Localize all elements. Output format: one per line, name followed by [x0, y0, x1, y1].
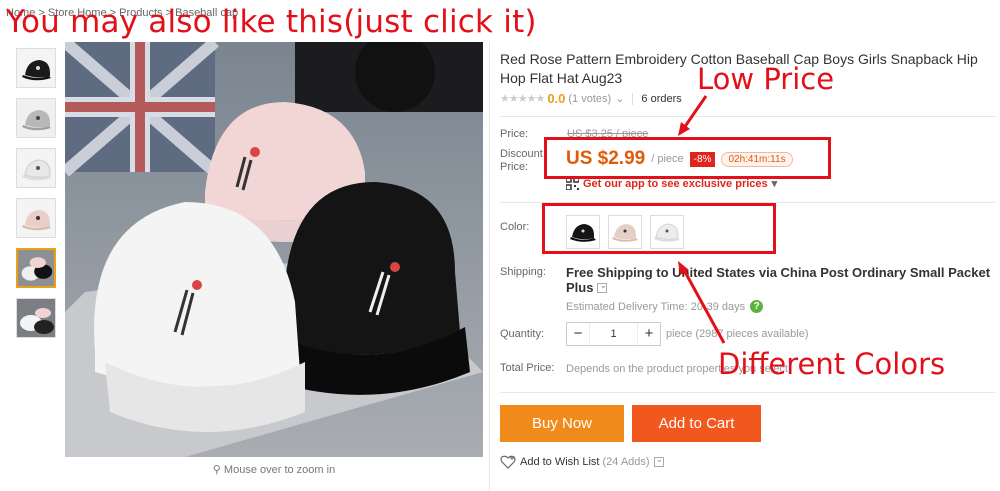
shipping-method[interactable]: Free Shipping to United States via China… [566, 265, 1000, 280]
shipping-method-plus: Plus [566, 280, 594, 295]
color-label: Color: [500, 221, 530, 233]
wishlist-label[interactable]: Add to Wish List [520, 456, 599, 468]
zoom-hint: ⚲ Mouse over to zoom in [65, 463, 483, 476]
wishlist-count: (24 Adds) [602, 456, 650, 468]
app-promo-text[interactable]: Get our app to see exclusive prices [583, 178, 768, 190]
main-product-image[interactable] [65, 42, 483, 457]
thumbnail-1[interactable] [16, 48, 56, 88]
quantity-available: piece (2987 pieces available) [666, 328, 809, 340]
magnifier-icon: ⚲ [212, 464, 221, 476]
price-label: Price: [500, 128, 529, 140]
thumbnail-4[interactable] [16, 198, 56, 238]
heart-plus-icon [500, 455, 516, 469]
divider [500, 392, 995, 393]
quantity-label: Quantity: [500, 328, 545, 340]
rating-row: ★★★★★ 0.0 (1 votes) ⌄ 6 orders [500, 91, 682, 106]
thumbnail-5[interactable] [16, 248, 56, 288]
column-divider [489, 42, 490, 491]
thumbnail-6[interactable] [16, 298, 56, 338]
low-price-annotation: Low Price [697, 62, 835, 96]
thumbnail-2[interactable] [16, 98, 56, 138]
color-highlight-box [542, 203, 776, 254]
thumbnail-3[interactable] [16, 148, 56, 188]
quantity-input[interactable]: 1 [589, 323, 638, 345]
buy-now-button[interactable]: Buy Now [500, 405, 624, 442]
different-colors-annotation: Different Colors [718, 347, 946, 381]
rating-stars-icon[interactable]: ★★★★★ [500, 92, 545, 105]
zoom-hint-text: Mouse over to zoom in [223, 464, 336, 476]
rating-votes[interactable]: (1 votes) [568, 93, 611, 105]
help-icon[interactable]: ? [750, 300, 764, 313]
quantity-stepper: − 1 + [566, 322, 661, 346]
delivery-time: Estimated Delivery Time: 20-39 days ? [566, 300, 764, 313]
chevron-down-icon[interactable]: ⌄ [597, 280, 608, 293]
shipping-method-more[interactable]: Plus ⌄ [566, 280, 608, 295]
rating-score: 0.0 [547, 91, 566, 106]
quantity-increase-button[interactable]: + [638, 323, 660, 345]
divider [500, 116, 995, 117]
orders-count: 6 orders [641, 92, 682, 105]
wishlist-row[interactable]: Add to Wish List (24 Adds) ⌄ [500, 454, 664, 469]
shipping-label: Shipping: [500, 266, 546, 278]
chevron-down-icon[interactable]: ⌄ [615, 92, 624, 105]
delivery-time-text: Estimated Delivery Time: 20-39 days [566, 300, 746, 313]
price-highlight-box [544, 137, 831, 179]
discount-price-label: Discount Price: [500, 148, 543, 173]
total-price-label: Total Price: [500, 362, 555, 374]
chevron-down-icon[interactable]: ⌄ [653, 454, 664, 467]
separator [632, 92, 634, 105]
promo-overlay-title[interactable]: You may also like this(just click it) [6, 4, 537, 40]
add-to-cart-button[interactable]: Add to Cart [632, 405, 761, 442]
thumbnail-list [16, 48, 58, 348]
quantity-decrease-button[interactable]: − [567, 323, 589, 345]
